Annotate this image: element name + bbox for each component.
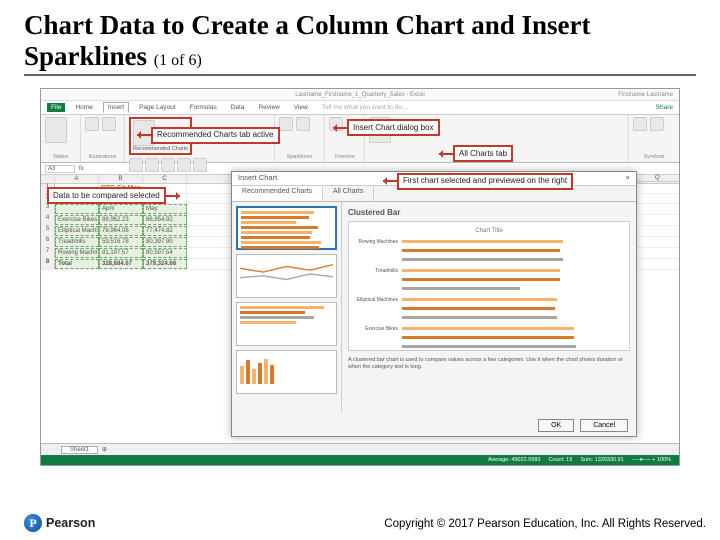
chart-type-icon[interactable] — [161, 158, 175, 172]
status-average: Average: 49022.5983 — [488, 457, 541, 463]
group-illustrations: Illustrations — [85, 154, 120, 160]
sparkline-icon[interactable] — [279, 117, 293, 131]
pearson-brand: Pearson — [46, 516, 95, 530]
cell[interactable] — [55, 204, 99, 214]
status-sum: Sum: 1330330.91 — [580, 457, 623, 463]
cell[interactable]: Treadmills — [55, 237, 99, 247]
close-icon[interactable]: × — [626, 173, 630, 184]
group-sparklines: Sparklines — [279, 154, 320, 160]
cell[interactable]: 88,962.23 — [99, 215, 143, 225]
chart-thumbnail[interactable] — [236, 350, 337, 394]
cell[interactable]: Elliptical Machines — [55, 226, 99, 236]
chart-title-label: Chart Title — [355, 228, 623, 234]
copyright-footer: Copyright © 2017 Pearson Education, Inc.… — [384, 518, 706, 530]
chart-thumbnail[interactable] — [236, 254, 337, 298]
dialog-title: Insert Chart — [238, 173, 277, 184]
tell-me-box[interactable]: Tell me what you want to do... — [318, 103, 412, 112]
status-bar: Average: 49022.5983 Count: 19 Sum: 13303… — [41, 455, 679, 465]
add-sheet-icon[interactable]: ⊕ — [102, 446, 107, 453]
cell[interactable]: 379,324.68 — [143, 259, 187, 269]
slide-page-num: (1 of 6) — [154, 52, 202, 69]
zoom-slider[interactable]: ──●── + 100% — [632, 457, 671, 463]
chart-type-icon[interactable] — [129, 158, 143, 172]
tab-insert[interactable]: Insert — [103, 102, 129, 113]
cell[interactable]: 59,516.78 — [99, 237, 143, 247]
status-count: Count: 19 — [548, 457, 572, 463]
cell[interactable]: 80,397.90 — [143, 237, 187, 247]
cell[interactable]: Total — [55, 259, 99, 269]
ribbon-tab-strip: File Home Insert Page Layout Formulas Da… — [41, 101, 679, 115]
group-tables: Tables — [45, 154, 76, 160]
user-label: Firstname Lastname — [618, 89, 673, 101]
annotation-dialog-label: Insert Chart dialog box — [347, 119, 440, 136]
chart-type-icon[interactable] — [193, 158, 207, 172]
tab-view[interactable]: View — [290, 103, 312, 112]
tab-pagelayout[interactable]: Page Layout — [135, 103, 180, 112]
illustration-icon[interactable] — [85, 117, 99, 131]
sheet-tab-bar: Sheet1 ⊕ — [41, 443, 679, 455]
rec-charts-label: Recommended Charts — [133, 146, 188, 152]
excel-screenshot: Lastname_Firstname_1_Quarterly_Sales - E… — [40, 88, 680, 466]
tab-formulas[interactable]: Formulas — [186, 103, 221, 112]
sparkline-icon[interactable] — [296, 117, 310, 131]
chart-preview-pane: Clustered Bar Chart Title Rowing Machine… — [342, 202, 636, 412]
cancel-button[interactable]: Cancel — [580, 419, 628, 432]
slide-title: Chart Data to Create a Column Chart and … — [24, 10, 696, 76]
annotation-all-charts: All Charts tab — [453, 145, 513, 162]
annotation-data-selected: Data to be compared selected — [47, 187, 166, 204]
ok-button[interactable]: OK — [538, 419, 574, 432]
chart-thumbnail[interactable] — [236, 302, 337, 346]
cell[interactable]: 80,597.54 — [143, 248, 187, 258]
chart-description: A clustered bar chart is used to compare… — [348, 357, 630, 371]
cell[interactable]: Rowing Machines — [55, 248, 99, 258]
col-header[interactable]: Q — [655, 175, 679, 181]
tab-review[interactable]: Review — [254, 103, 283, 112]
slide-title-main: Chart Data to Create a Column Chart and … — [24, 10, 590, 71]
chart-type-icon[interactable] — [177, 158, 191, 172]
cell[interactable]: 328,684.67 — [99, 259, 143, 269]
tab-file[interactable]: File — [47, 103, 65, 112]
chart-preview: Chart Title Rowing Machines Treadmills E… — [348, 221, 630, 351]
insert-chart-dialog: Insert Chart × Recommended Charts All Ch… — [231, 171, 637, 437]
tab-home[interactable]: Home — [71, 103, 96, 112]
tab-data[interactable]: Data — [227, 103, 249, 112]
cell[interactable]: 86,854.92 — [143, 215, 187, 225]
dialog-tab-allcharts[interactable]: All Charts — [323, 186, 374, 201]
symbol-icon[interactable] — [650, 117, 664, 131]
chart-thumbnail[interactable] — [236, 206, 337, 250]
chart-thumbnail-list[interactable] — [232, 202, 342, 412]
annotation-preview: First chart selected and previewed on th… — [397, 173, 573, 190]
chart-type-icon[interactable] — [145, 158, 159, 172]
chart-type-name: Clustered Bar — [348, 208, 630, 217]
cell[interactable]: April — [99, 204, 143, 214]
pearson-p-icon: P — [24, 514, 42, 532]
equation-icon[interactable] — [633, 117, 647, 131]
annotation-rec-tab: Recommended Charts tab active — [151, 127, 280, 144]
cell[interactable]: Exercise Bikes — [55, 215, 99, 225]
cell[interactable]: 81,197.57 — [99, 248, 143, 258]
group-symbols: Symbols — [633, 154, 675, 160]
dialog-tab-recommended[interactable]: Recommended Charts — [232, 186, 323, 201]
pearson-logo: P Pearson — [24, 514, 95, 532]
pivot-table-icon[interactable] — [45, 117, 67, 143]
name-box[interactable]: A3 — [45, 165, 75, 173]
window-titlebar: Lastname_Firstname_1_Quarterly_Sales - E… — [41, 89, 679, 101]
share-button[interactable]: Share — [656, 104, 673, 111]
fx-icon[interactable]: fx — [79, 166, 84, 172]
sheet-tab[interactable]: Sheet1 — [61, 446, 98, 454]
group-filters: Timeline — [329, 154, 360, 160]
cell[interactable]: 77,474.82 — [143, 226, 187, 236]
window-title: Lastname_Firstname_1_Quarterly_Sales - E… — [295, 92, 424, 98]
illustration-icon[interactable] — [102, 117, 116, 131]
cell[interactable]: May — [143, 204, 187, 214]
cell[interactable]: 78,964.08 — [99, 226, 143, 236]
